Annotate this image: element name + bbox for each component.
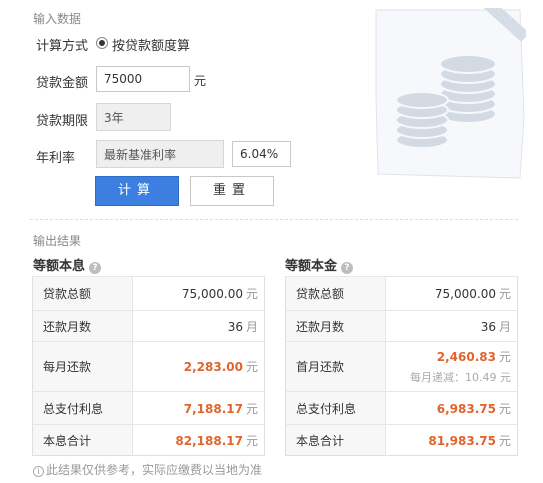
unit: 元 (498, 350, 511, 364)
equal-installment-table: 贷款总额 75,000.00 元 还款月数 36 月 每月还款 2,283.00 元 … (32, 276, 265, 456)
section-divider (30, 219, 518, 220)
amount: 7,188.17 (183, 401, 243, 416)
amount: 82,188.17 (175, 433, 243, 448)
table-row: 首月还款 2,460.83 元每月递减：10.49 元 (285, 341, 518, 392)
row-value: 36 月 (132, 310, 265, 342)
row-label: 本息合计 (32, 424, 133, 456)
row-value: 75,000.00 元 (132, 276, 265, 311)
loan-amount-label: 贷款金额 (36, 76, 89, 91)
unit: 元 (498, 433, 511, 448)
loan-amount-input[interactable]: 75000 (96, 66, 190, 92)
rate-label: 年利率 (36, 151, 76, 166)
row-value: 2,283.00 元 (132, 341, 265, 392)
row-label: 总支付利息 (32, 391, 133, 425)
row-label: 本息合计 (285, 424, 386, 456)
row-value: 6,983.75 元 (385, 391, 518, 425)
help-icon[interactable]: ? (341, 262, 354, 274)
row-label: 总支付利息 (285, 391, 386, 425)
amount: 36 (227, 319, 243, 334)
coins-illustration (374, 0, 530, 180)
output-section-title: 输出结果 (33, 234, 82, 248)
row-value: 36 月 (385, 310, 518, 342)
calc-method-radio[interactable] (96, 37, 108, 49)
loan-term-label: 贷款期限 (36, 114, 89, 129)
table-row: 本息合计 81,983.75 元 (285, 424, 518, 456)
amount: 36 (480, 319, 496, 334)
equal-installment-title: 等额本息? (33, 255, 102, 274)
rate-input[interactable]: 6.04% (232, 141, 291, 167)
reset-button[interactable]: 重置 (190, 176, 274, 206)
table-row: 还款月数 36 月 (285, 310, 518, 342)
table-row: 总支付利息 7,188.17 元 (32, 391, 265, 425)
row-label: 还款月数 (285, 310, 386, 342)
info-icon: i (33, 466, 44, 477)
table-row: 每月还款 2,283.00 元 (32, 341, 265, 392)
table-row: 总支付利息 6,983.75 元 (285, 391, 518, 425)
disclaimer-note: i 此结果仅供参考，实际应缴费以当地为准 (33, 461, 262, 478)
row-value: 81,983.75 元 (385, 424, 518, 456)
calc-method-option-label[interactable]: 按贷款额度算 (112, 35, 190, 54)
unit: 元 (245, 287, 258, 301)
amount: 75,000.00 (434, 287, 496, 301)
row-label: 每月还款 (32, 341, 133, 392)
help-icon[interactable]: ? (89, 262, 102, 274)
row-value: 82,188.17 元 (132, 424, 265, 456)
row-label: 首月还款 (285, 341, 386, 392)
unit: 元 (498, 401, 511, 416)
amount: 75,000.00 (181, 287, 243, 301)
calc-method-label: 计算方式 (36, 39, 89, 54)
equal-principal-title: 等额本金? (285, 255, 354, 274)
row-label: 还款月数 (32, 310, 133, 342)
amount: 81,983.75 (428, 433, 496, 448)
equal-installment-title-text: 等额本息 (33, 259, 86, 274)
disclaimer-text: 此结果仅供参考，实际应缴费以当地为准 (46, 463, 263, 477)
unit: 元 (245, 360, 258, 374)
unit: 月 (245, 319, 258, 334)
row-label: 贷款总额 (285, 276, 386, 311)
amount: 2,283.00 (183, 360, 243, 374)
input-section-title: 输入数据 (33, 12, 82, 26)
unit: 元 (245, 433, 258, 448)
unit: 元 (498, 287, 511, 301)
amount: 2,460.83 (436, 350, 496, 364)
rate-type-select[interactable]: 最新基准利率 (96, 140, 224, 168)
equal-principal-title-text: 等额本金 (285, 259, 338, 274)
loan-amount-unit: 元 (194, 74, 207, 88)
equal-principal-table: 贷款总额 75,000.00 元 还款月数 36 月 首月还款 2,460.83 元每… (285, 276, 518, 456)
table-row: 还款月数 36 月 (32, 310, 265, 342)
calculate-button[interactable]: 计算 (95, 176, 179, 206)
amount: 6,983.75 (436, 401, 496, 416)
unit: 元 (245, 401, 258, 416)
row-value: 2,460.83 元每月递减：10.49 元 (385, 341, 518, 392)
unit: 月 (498, 319, 511, 334)
table-row: 贷款总额 75,000.00 元 (32, 276, 265, 311)
row-value: 7,188.17 元 (132, 391, 265, 425)
monthly-decrease: 每月递减：10.49 元 (410, 371, 511, 384)
table-row: 贷款总额 75,000.00 元 (285, 276, 518, 311)
row-label: 贷款总额 (32, 276, 133, 311)
table-row: 本息合计 82,188.17 元 (32, 424, 265, 456)
row-value: 75,000.00 元 (385, 276, 518, 311)
loan-term-select[interactable]: 3年 (96, 103, 171, 131)
